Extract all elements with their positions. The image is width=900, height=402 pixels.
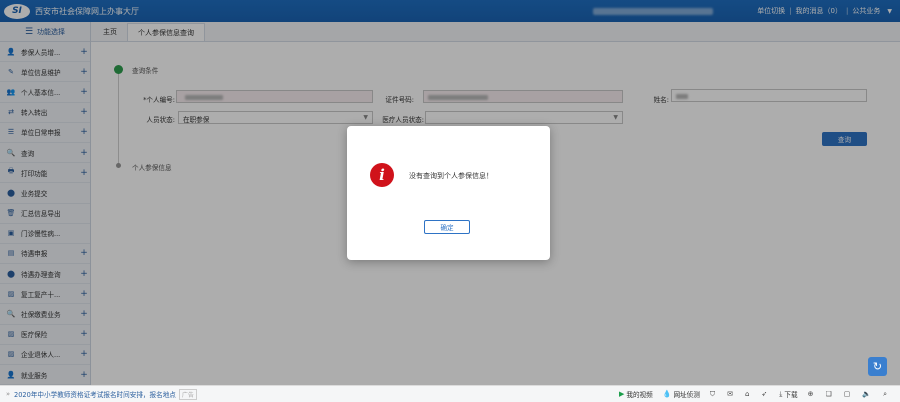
status-tools: ▶ 我的视频 💧 网址侦测 ⛉ ✉ ⌂ ➶ ⤓ 下载 ⊕ ❏ ▢ 🔈 ⌕	[614, 389, 900, 400]
status-tool-drop[interactable]: 💧 网址侦测	[663, 389, 700, 399]
alert-message: 没有查询到个人参保信息！	[409, 172, 493, 180]
mail-icon: ✉	[727, 390, 733, 398]
news-text: 2020年中小学教师资格证考试报名时间安排，报名地点	[14, 391, 176, 399]
status-tool-shield[interactable]: ⛉	[710, 390, 717, 399]
status-tool-game[interactable]: ⊕	[808, 390, 816, 398]
rocket-icon: ➶	[761, 390, 768, 398]
browser-status-bar: » 2020年中小学教师资格证考试报名时间安排，报名地点 广告 ▶ 我的视频 💧 网址…	[0, 385, 900, 402]
chevron-right-icon: »	[6, 390, 11, 398]
status-tool-label: 我的视频	[626, 391, 653, 399]
alert-dialog: i 没有查询到个人参保信息！ 确定	[347, 126, 550, 260]
window-icon: ▢	[843, 390, 851, 398]
status-tool-rocket[interactable]: ➶	[761, 390, 769, 398]
ad-tag: 广告	[178, 388, 197, 400]
game-icon: ⊕	[807, 390, 814, 398]
video-icon: ▶	[618, 390, 625, 398]
status-tool-label: 网址侦测	[673, 391, 700, 399]
status-tool-mail[interactable]: ✉	[727, 390, 735, 398]
status-tool-video[interactable]: ▶ 我的视频	[619, 389, 653, 399]
info-error-icon: i	[370, 163, 394, 187]
zoom-icon: ⌕	[883, 389, 887, 398]
confirm-button[interactable]: 确定	[424, 220, 470, 234]
sound-icon: 🔈	[862, 390, 872, 398]
status-tool-window[interactable]: ▢	[844, 390, 853, 398]
shield-icon: ⛉	[709, 389, 716, 398]
status-tool-tag[interactable]: ⌂	[745, 390, 751, 398]
status-tool-download[interactable]: ⤓ 下载	[779, 389, 798, 400]
news-ticker[interactable]: » 2020年中小学教师资格证考试报名时间安排，报名地点 广告	[0, 388, 197, 400]
download-icon: ⤓	[779, 389, 783, 398]
status-tool-label: 下载	[784, 391, 798, 399]
refresh-icon[interactable]: ↻	[868, 357, 887, 376]
drop-icon: 💧	[662, 390, 672, 398]
status-tool-note[interactable]: ❏	[825, 390, 833, 398]
tag-icon: ⌂	[744, 390, 750, 398]
status-tool-zoom[interactable]: ⌕	[883, 390, 889, 399]
note-icon: ❏	[825, 390, 832, 398]
status-tool-sound[interactable]: 🔈	[862, 390, 873, 398]
